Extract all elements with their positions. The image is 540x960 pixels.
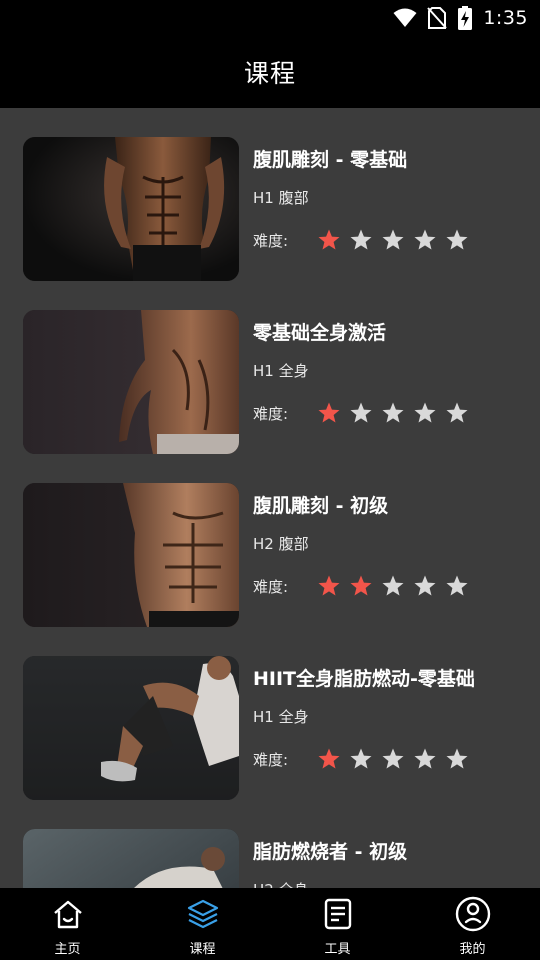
status-bar: 1:35 (0, 0, 540, 36)
star-filled-icon (317, 747, 341, 771)
course-level: H2 全身 (253, 879, 309, 888)
star-rating (317, 401, 469, 425)
star-filled-icon (349, 574, 373, 598)
difficulty-rating: 难度: (253, 573, 469, 599)
course-level: H2 腹部 (253, 535, 309, 553)
bottom-navigation: 主页 课程 工具 我的 (0, 888, 540, 960)
star-rating (317, 747, 469, 771)
star-empty-icon (445, 228, 469, 252)
difficulty-label: 难度: (253, 231, 289, 250)
no-sim-icon (427, 7, 448, 29)
nav-item-home[interactable]: 主页 (0, 888, 135, 960)
course-card[interactable]: 腹肌雕刻 - 零基础 H1 腹部 难度: (0, 137, 540, 282)
star-empty-icon (413, 401, 437, 425)
course-list[interactable]: 腹肌雕刻 - 零基础 H1 腹部 难度: 零基础全身激活 H1 全身 难度: 腹… (0, 108, 540, 888)
star-empty-icon (381, 574, 405, 598)
difficulty-rating: 难度: (253, 227, 469, 253)
course-title[interactable]: 脂肪燃烧者 - 初级 (253, 837, 407, 864)
course-card[interactable]: 腹肌雕刻 - 初级 H2 腹部 难度: (0, 483, 540, 628)
star-empty-icon (381, 228, 405, 252)
nav-item-tools[interactable]: 工具 (270, 888, 405, 960)
nav-label-me[interactable]: 我的 (459, 938, 485, 957)
course-title[interactable]: 零基础全身激活 (253, 318, 386, 345)
star-rating (317, 574, 469, 598)
star-empty-icon (349, 228, 373, 252)
course-title[interactable]: 腹肌雕刻 - 初级 (253, 491, 388, 518)
course-level: H1 全身 (253, 362, 309, 380)
course-thumbnail[interactable] (23, 829, 239, 888)
clock: 1:35 (483, 7, 528, 29)
star-filled-icon (317, 574, 341, 598)
course-card[interactable]: 脂肪燃烧者 - 初级 H2 全身 难度: (0, 829, 540, 888)
star-filled-icon (317, 401, 341, 425)
nav-item-courses[interactable]: 课程 (135, 888, 270, 960)
star-empty-icon (349, 401, 373, 425)
course-thumbnail[interactable] (23, 656, 239, 800)
difficulty-label: 难度: (253, 577, 289, 596)
star-empty-icon (381, 401, 405, 425)
nav-label-tools[interactable]: 工具 (324, 938, 350, 957)
difficulty-rating: 难度: (253, 746, 469, 772)
home-icon[interactable] (50, 896, 86, 932)
star-empty-icon (413, 228, 437, 252)
star-empty-icon (381, 747, 405, 771)
course-thumbnail[interactable] (23, 137, 239, 281)
star-filled-icon (317, 228, 341, 252)
page-title: 课程 (243, 59, 296, 88)
wifi-icon (393, 8, 417, 28)
layers-icon[interactable] (185, 896, 221, 932)
profile-icon[interactable] (455, 896, 491, 932)
course-thumbnail[interactable] (23, 483, 239, 627)
star-rating (317, 228, 469, 252)
course-card[interactable]: HIIT全身脂肪燃动-零基础 H1 全身 难度: (0, 656, 540, 801)
star-empty-icon (349, 747, 373, 771)
course-thumbnail[interactable] (23, 310, 239, 454)
app-screen: 1:35 课程 腹肌雕刻 - 零基础 H1 腹部 难度: 零基础全身激活 H1 … (0, 0, 540, 960)
star-empty-icon (445, 401, 469, 425)
course-level: H1 全身 (253, 708, 309, 726)
nav-label-courses[interactable]: 课程 (189, 938, 215, 957)
app-header: 课程 (0, 36, 540, 108)
course-title[interactable]: 腹肌雕刻 - 零基础 (253, 145, 407, 172)
star-empty-icon (413, 574, 437, 598)
star-empty-icon (445, 747, 469, 771)
star-empty-icon (413, 747, 437, 771)
course-level: H1 腹部 (253, 189, 309, 207)
star-empty-icon (445, 574, 469, 598)
nav-label-home[interactable]: 主页 (54, 938, 80, 957)
difficulty-label: 难度: (253, 750, 289, 769)
difficulty-label: 难度: (253, 404, 289, 423)
course-card[interactable]: 零基础全身激活 H1 全身 难度: (0, 310, 540, 455)
document-icon[interactable] (320, 896, 356, 932)
difficulty-rating: 难度: (253, 400, 469, 426)
course-title[interactable]: HIIT全身脂肪燃动-零基础 (253, 664, 475, 691)
nav-item-me[interactable]: 我的 (405, 888, 540, 960)
battery-charging-icon (457, 6, 473, 30)
